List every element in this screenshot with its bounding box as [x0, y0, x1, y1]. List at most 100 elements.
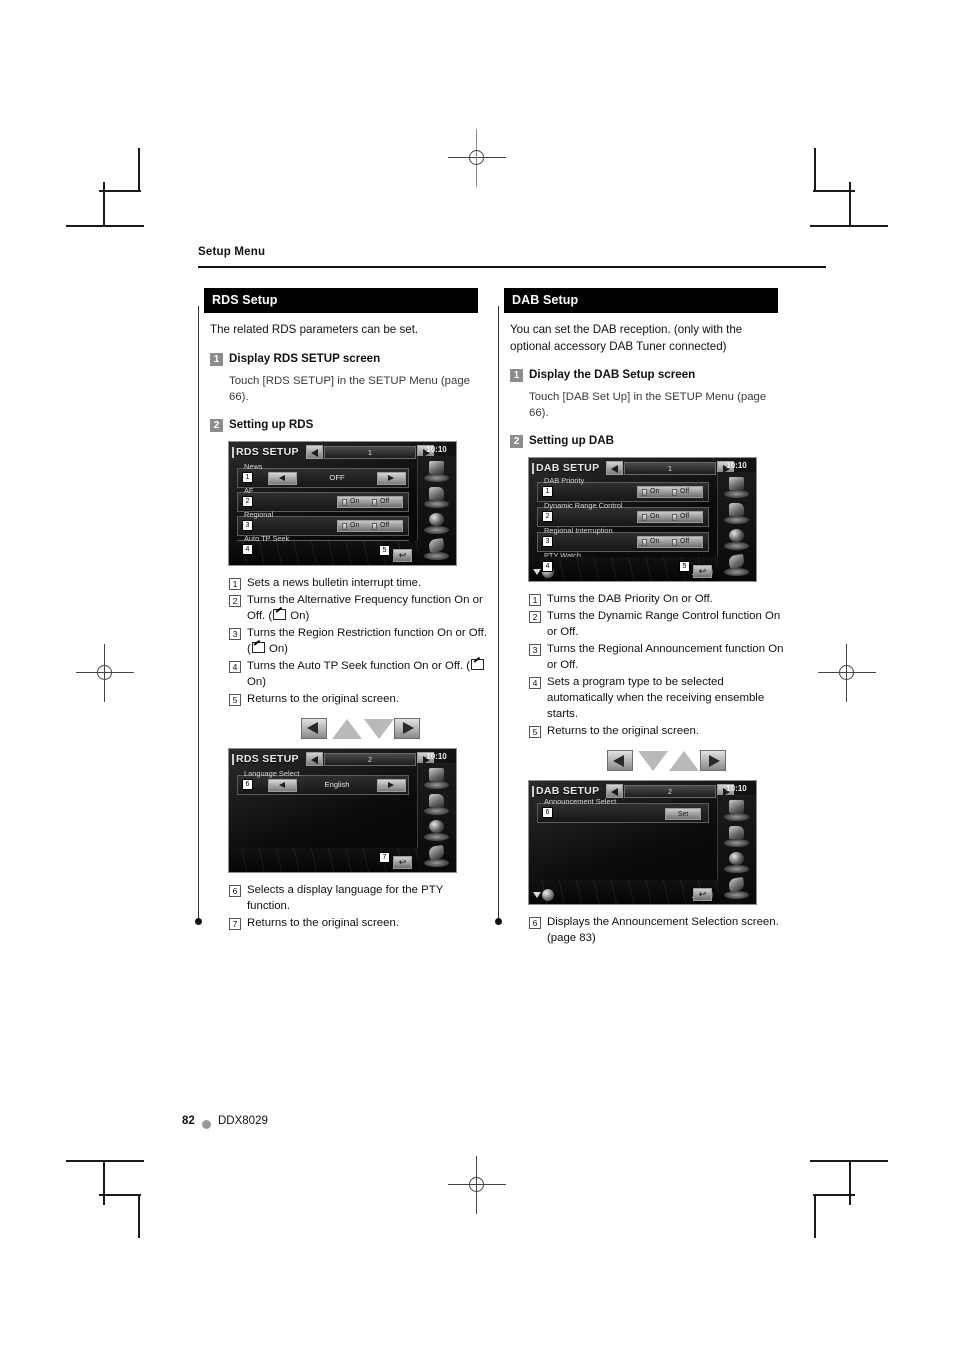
callout-tag: 7	[379, 851, 390, 863]
dab-page-arrows	[528, 749, 808, 776]
page-prev-button[interactable]	[606, 784, 623, 798]
av-source-icon[interactable]	[723, 502, 750, 524]
step-badge: 1	[210, 352, 223, 366]
legend-number: 7	[229, 917, 241, 930]
right-column: DAB Setup You can set the DAB reception.…	[504, 288, 784, 947]
menu-grid-icon[interactable]	[723, 476, 750, 498]
arrow-down-icon[interactable]	[638, 751, 668, 771]
back-button[interactable]: ↩	[393, 855, 412, 869]
page-prev-button[interactable]	[306, 751, 323, 766]
hand-touch-icon[interactable]	[723, 554, 750, 576]
clock-display: 10:10	[726, 784, 747, 793]
toggle-on-label: On	[350, 497, 360, 505]
af-onoff-toggle[interactable]: On Off	[337, 495, 403, 508]
legend-text: Turns the Dynamic Range Control function…	[547, 610, 781, 638]
regional-interruption-onoff-toggle[interactable]: On Off	[637, 536, 703, 548]
arrow-right-icon[interactable]	[394, 717, 420, 739]
row-label: Announcement Select	[544, 797, 617, 806]
disc-icon[interactable]	[423, 512, 450, 534]
step-title: Display the DAB Setup screen	[529, 368, 696, 381]
arrow-up-icon[interactable]	[332, 718, 362, 739]
page-indicator-bar: 2	[324, 752, 416, 766]
legend-number: 1	[229, 577, 241, 590]
regional-onoff-toggle[interactable]: On Off	[337, 519, 403, 532]
dab-row-drc: Dynamic Range Control On Off	[537, 501, 709, 527]
dab-legend-2: 6 Displays the Announcement Selection sc…	[529, 914, 787, 946]
dab-setup-screen-1: DAB SETUP 1 10:10 DAB Priority On Off 1	[528, 457, 757, 582]
rds-row-language-select: Language Select English	[237, 769, 409, 795]
dab-step-1-body: Touch [DAB Set Up] in the SETUP Menu (pa…	[529, 391, 767, 419]
running-head: Setup Menu	[198, 246, 266, 258]
registration-mark-right	[818, 644, 876, 702]
rds-intro-text: The related RDS parameters can be set.	[210, 323, 419, 336]
clock-display: 10:10	[426, 751, 447, 761]
legend-item: 7 Returns to the original screen.	[229, 915, 487, 931]
disc-icon[interactable]	[723, 851, 750, 873]
av-source-icon[interactable]	[723, 825, 750, 847]
back-button[interactable]: ↩	[693, 888, 712, 901]
disc-icon[interactable]	[723, 528, 750, 550]
screen-title: RDS SETUP	[232, 445, 299, 458]
rds-setup-screen-1: RDS SETUP 1 10:10 News OFF 1 AF On Off 2…	[228, 440, 457, 566]
legend-number: 6	[229, 884, 241, 897]
arrow-up-icon[interactable]	[669, 751, 699, 771]
av-source-icon[interactable]	[423, 486, 450, 508]
menu-grid-icon[interactable]	[423, 460, 450, 482]
arrow-right-icon[interactable]	[700, 750, 726, 771]
registration-mark-bottom	[448, 1156, 506, 1214]
page-indicator-bar: 2	[624, 785, 716, 798]
legend-item: 6 Displays the Announcement Selection sc…	[529, 914, 787, 946]
callout-tag: 3	[242, 519, 253, 531]
legend-text: Sets a program type to be selected autom…	[547, 676, 765, 720]
step-badge: 2	[510, 435, 523, 448]
hand-touch-icon[interactable]	[723, 877, 750, 899]
volume-down-control[interactable]	[532, 889, 556, 901]
legend-number: 3	[529, 644, 541, 656]
legend-text: Turns the Region Restriction function On…	[247, 625, 487, 657]
value-next-button[interactable]	[377, 471, 406, 485]
toggle-on-label: On	[350, 521, 360, 529]
legend-number: 4	[229, 660, 241, 673]
back-button[interactable]: ↩	[393, 548, 412, 562]
drc-onoff-toggle[interactable]: On Off	[637, 511, 703, 523]
page-indicator: 2	[667, 787, 673, 796]
value-next-button[interactable]	[377, 778, 406, 792]
arrow-left-icon[interactable]	[607, 750, 633, 771]
legend-item: 6 Selects a display language for the PTY…	[229, 882, 487, 914]
callout-tag: 5	[379, 544, 390, 556]
menu-grid-icon[interactable]	[723, 799, 750, 821]
source-icon-strip	[717, 795, 756, 904]
value-prev-button[interactable]	[268, 778, 297, 792]
hand-touch-icon[interactable]	[423, 537, 450, 560]
callout-tag: 5	[679, 561, 690, 572]
callout-tag: 6	[242, 778, 253, 790]
dab-setup-screen-2: DAB SETUP 2 10:10 Announcement Select Se…	[528, 780, 757, 905]
left-column-end-dot	[195, 918, 202, 925]
rds-row-regional: Regional On Off	[237, 510, 409, 536]
page-prev-button[interactable]	[606, 461, 623, 475]
disc-icon[interactable]	[423, 819, 450, 841]
arrow-down-icon[interactable]	[364, 718, 394, 739]
legend-item: 1 Turns the DAB Priority On or Off.	[529, 591, 787, 607]
section-header-dab: DAB Setup	[504, 288, 778, 313]
legend-item: 5 Returns to the original screen.	[529, 723, 787, 739]
dab-priority-onoff-toggle[interactable]: On Off	[637, 486, 703, 498]
clock-display: 10:10	[726, 461, 747, 470]
step-badge: 2	[210, 418, 223, 432]
arrow-left-icon[interactable]	[301, 717, 327, 739]
legend-text: Sets a news bulletin interrupt time.	[247, 576, 422, 589]
legend-number: 3	[229, 627, 241, 640]
menu-grid-icon[interactable]	[423, 767, 450, 789]
page-prev-button[interactable]	[306, 444, 323, 459]
announcement-set-button[interactable]: Set	[665, 808, 701, 820]
rds-step-1-body: Touch [RDS SETUP] in the SETUP Menu (pag…	[229, 374, 470, 403]
rds-setup-screen-2: RDS SETUP 2 10:10 Language Select Englis…	[228, 747, 457, 873]
value-prev-button[interactable]	[268, 471, 297, 485]
back-button[interactable]: ↩	[693, 565, 712, 578]
pen-icon	[471, 658, 485, 670]
hand-touch-icon[interactable]	[423, 844, 450, 867]
legend-text: Returns to the original screen.	[247, 916, 399, 929]
toggle-off-label: Off	[680, 488, 690, 495]
toggle-on-label: On	[650, 513, 660, 520]
av-source-icon[interactable]	[423, 793, 450, 815]
